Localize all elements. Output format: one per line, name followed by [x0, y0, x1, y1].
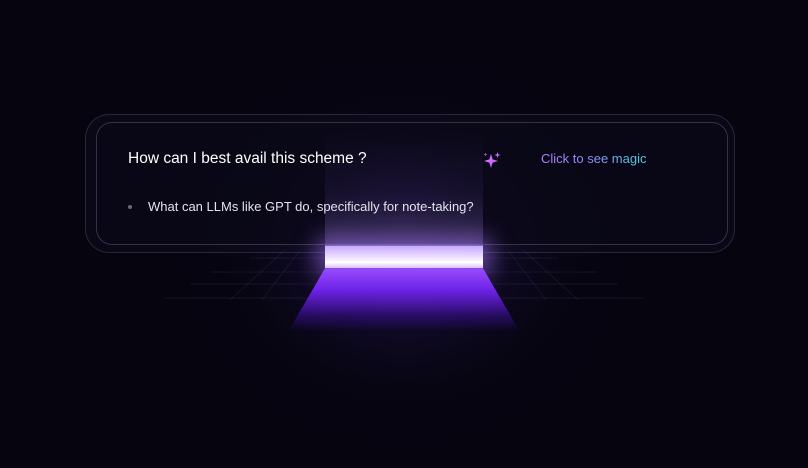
suggestion-text: What can LLMs like GPT do, specifically …	[148, 199, 474, 214]
suggestion-item[interactable]: What can LLMs like GPT do, specifically …	[128, 198, 474, 215]
sparkle-icon	[483, 152, 501, 168]
question-heading: How can I best avail this scheme ?	[128, 150, 367, 167]
beam-floor-glow	[288, 268, 520, 332]
bullet-icon	[128, 205, 132, 209]
hero-stage: How can I best avail this scheme ? Click…	[0, 0, 808, 468]
see-magic-link[interactable]: Click to see magic	[541, 151, 646, 166]
suggestion-list: What can LLMs like GPT do, specifically …	[128, 198, 474, 215]
prompt-card	[96, 122, 728, 245]
beam-core	[325, 246, 483, 268]
